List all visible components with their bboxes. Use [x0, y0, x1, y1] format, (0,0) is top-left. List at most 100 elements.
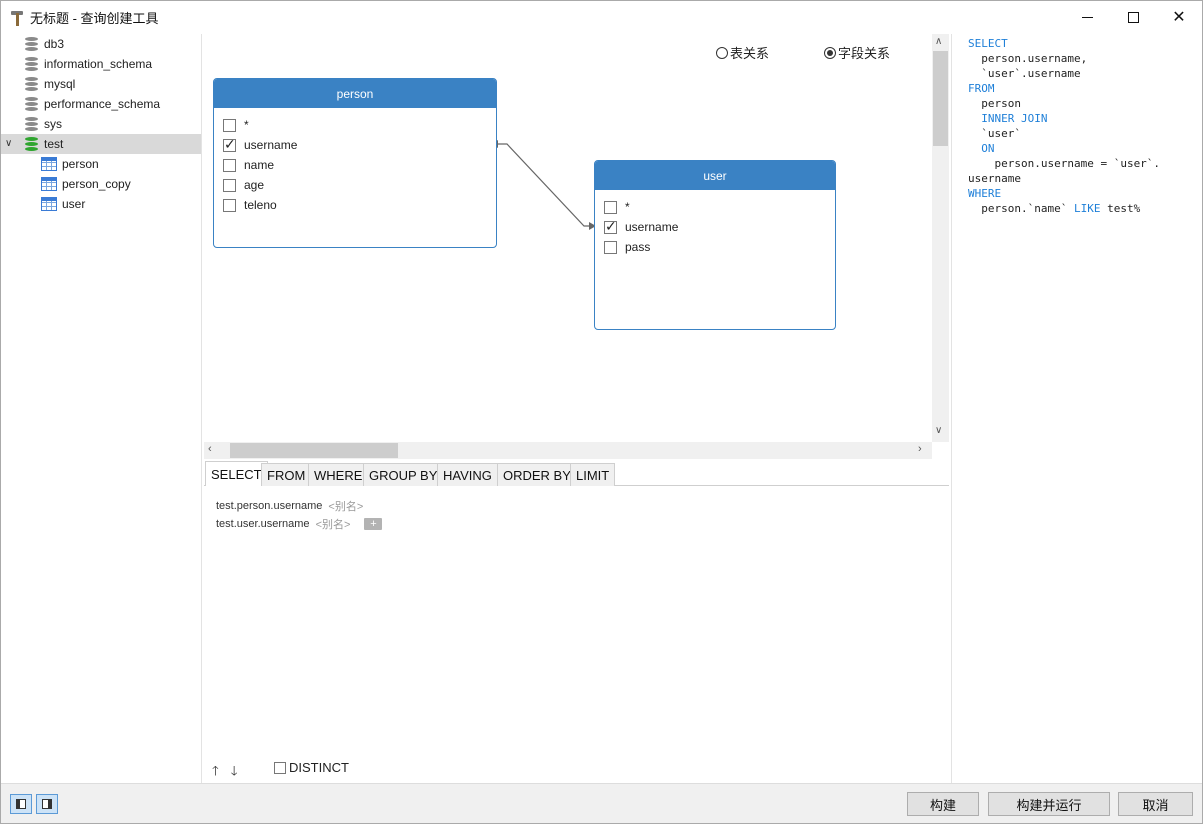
close-button[interactable]: ✕ [1156, 1, 1202, 34]
sql-keyword: INNER JOIN [981, 112, 1048, 125]
clause-tabs: SELECT FROM WHERE GROUP BY HAVING ORDER … [204, 461, 949, 487]
chevron-down-icon[interactable]: ∨ [5, 138, 12, 149]
minimize-button[interactable] [1064, 1, 1110, 34]
title-bar: 无标题 - 查询创建工具 ✕ [1, 1, 1202, 34]
close-icon: ✕ [1172, 8, 1186, 26]
field-name: age [244, 178, 265, 192]
radio-circle [824, 46, 837, 59]
tab-select[interactable]: SELECT [205, 461, 268, 487]
tree-item-label: user [62, 197, 86, 211]
tree-item-test[interactable]: ∨ test [1, 134, 201, 154]
maximize-icon [1127, 12, 1139, 23]
tree-item-label: db3 [44, 37, 65, 51]
canvas-horizontal-scrollbar[interactable]: ‹ › [204, 442, 932, 459]
distinct-option[interactable]: DISTINCT [274, 760, 349, 775]
scroll-down-icon[interactable]: ∨ [935, 425, 942, 436]
field-row[interactable]: age [223, 176, 264, 194]
database-icon [25, 56, 38, 72]
toggle-right-pane-button[interactable] [36, 794, 58, 814]
field-checkbox[interactable] [223, 178, 236, 192]
table-card-person[interactable]: person * username name age teleno [213, 78, 497, 248]
tree-item-person[interactable]: person [1, 154, 201, 174]
build-and-run-button[interactable]: 构建并运行 [988, 792, 1110, 816]
sql-line: WHERE [968, 186, 1202, 201]
tree-item-performance-schema[interactable]: performance_schema [1, 94, 201, 114]
database-icon [25, 116, 38, 132]
field-row[interactable]: username [223, 136, 297, 154]
sql-text: person [968, 97, 1021, 110]
tab-from[interactable]: FROM [261, 463, 312, 486]
sql-line: person.`name` LIKE test% [968, 201, 1202, 216]
sql-preview[interactable]: SELECT person.username, `user`.username F… [951, 34, 1202, 783]
field-row[interactable]: * [223, 116, 249, 134]
field-row[interactable]: name [223, 156, 274, 174]
tab-group-by[interactable]: GROUP BY [363, 463, 444, 486]
scroll-right-icon[interactable]: › [918, 443, 922, 455]
sql-text: person.username, [968, 52, 1088, 65]
select-field-row[interactable]: test.person.username <别名> [216, 498, 363, 514]
tab-having[interactable]: HAVING [437, 463, 498, 486]
move-up-icon[interactable]: 🡑 [212, 762, 219, 784]
field-checkbox[interactable] [223, 136, 236, 153]
tree-item-label: sys [44, 117, 62, 131]
radio-field-relation[interactable]: 字段关系 [824, 43, 890, 62]
tree-item-person-copy[interactable]: person_copy [1, 174, 201, 194]
canvas-vertical-scrollbar[interactable]: ∧ ∨ [932, 34, 949, 442]
table-card-title[interactable]: person [214, 79, 496, 108]
table-icon [41, 197, 57, 211]
database-icon [25, 136, 38, 152]
field-checkbox[interactable] [604, 240, 617, 254]
field-checkbox[interactable] [604, 200, 617, 214]
maximize-button[interactable] [1110, 1, 1156, 34]
tab-limit[interactable]: LIMIT [570, 463, 616, 486]
field-row[interactable]: username [604, 218, 678, 236]
sql-text: person.`name` [968, 202, 1074, 215]
scroll-left-icon[interactable]: ‹ [208, 443, 212, 455]
cancel-button[interactable]: 取消 [1118, 792, 1193, 816]
select-field-name[interactable]: test.user.username [216, 518, 310, 530]
build-button[interactable]: 构建 [907, 792, 979, 816]
add-field-button[interactable]: + [364, 518, 383, 530]
table-card-user[interactable]: user * username pass [594, 160, 836, 330]
select-clause-panel: test.person.username <别名> test.user.user… [204, 486, 949, 783]
move-down-icon[interactable]: 🡓 [231, 762, 238, 784]
field-name: pass [625, 240, 651, 254]
tab-order-by[interactable]: ORDER BY [497, 463, 577, 486]
field-name: * [625, 200, 630, 214]
scroll-thumb[interactable] [933, 51, 948, 146]
alias-placeholder[interactable]: <别名> [316, 516, 351, 532]
tree-item-label: performance_schema [44, 97, 161, 111]
sql-keyword: ON [981, 142, 995, 155]
tree-item-db3[interactable]: db3 [1, 34, 201, 54]
scroll-up-icon[interactable]: ∧ [935, 36, 942, 47]
field-row[interactable]: * [604, 198, 630, 216]
scroll-thumb[interactable] [230, 443, 398, 458]
sql-line: username [968, 171, 1202, 186]
table-card-title[interactable]: user [595, 161, 835, 190]
field-name: username [625, 220, 679, 234]
tree-item-mysql[interactable]: mysql [1, 74, 201, 94]
select-field-row[interactable]: test.user.username <别名> + [216, 516, 383, 532]
toggle-left-pane-button[interactable] [10, 794, 32, 814]
field-row[interactable]: teleno [223, 196, 277, 214]
sql-keyword: FROM [968, 82, 995, 95]
distinct-checkbox[interactable] [274, 761, 286, 774]
radio-table-relation[interactable]: 表关系 [716, 43, 769, 62]
query-builder-window: 无标题 - 查询创建工具 ✕ db3 information_schema my… [0, 0, 1203, 824]
radio-circle [716, 46, 728, 59]
tab-where[interactable]: WHERE [308, 463, 369, 486]
field-checkbox[interactable] [223, 158, 236, 172]
diagram-canvas[interactable]: 表关系 字段关系 person * username name age tele… [204, 34, 932, 442]
field-checkbox[interactable] [604, 218, 617, 235]
field-name: teleno [244, 198, 277, 212]
field-checkbox[interactable] [223, 118, 236, 132]
tree-item-information-schema[interactable]: information_schema [1, 54, 201, 74]
sql-line: `user`.username [968, 66, 1202, 81]
field-checkbox[interactable] [223, 198, 236, 212]
tree-item-user[interactable]: user [1, 194, 201, 214]
tree-item-sys[interactable]: sys [1, 114, 201, 134]
sql-line: ON [968, 141, 1202, 156]
field-row[interactable]: pass [604, 238, 650, 256]
select-field-name[interactable]: test.person.username [216, 500, 322, 512]
alias-placeholder[interactable]: <别名> [328, 498, 363, 514]
